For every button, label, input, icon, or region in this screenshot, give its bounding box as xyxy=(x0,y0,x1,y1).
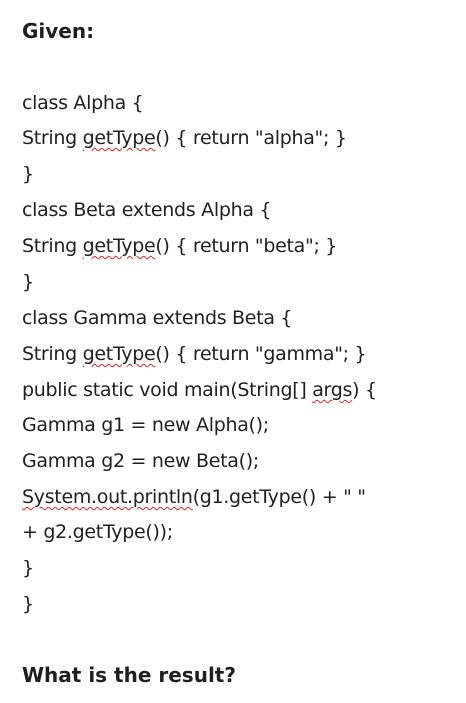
code-text: Gamma g1 = new Alpha(); xyxy=(22,414,269,436)
code-text: } xyxy=(22,593,34,615)
code-line-12: System.out.println(g1.getType() + " " xyxy=(22,484,366,510)
spellcheck-underlined-word[interactable]: System.out.println xyxy=(22,486,193,508)
code-line-5: String getType() { return "beta"; } xyxy=(22,233,337,259)
code-text: String xyxy=(22,127,83,149)
code-line-2: String getType() { return "alpha"; } xyxy=(22,125,347,151)
code-text: String xyxy=(22,343,83,365)
code-line-1: class Alpha { xyxy=(22,90,144,116)
spellcheck-underlined-word[interactable]: args xyxy=(312,379,352,401)
code-text: + g2.getType()); xyxy=(22,521,173,543)
code-line-13: + g2.getType()); xyxy=(22,519,173,545)
code-line-3: } xyxy=(22,161,34,187)
question-text: What is the result? xyxy=(22,663,236,687)
code-line-10: Gamma g1 = new Alpha(); xyxy=(22,412,269,438)
code-text: } xyxy=(22,163,34,185)
code-text: () { return "gamma"; } xyxy=(155,343,367,365)
code-text: public static void main(String[] xyxy=(22,379,313,401)
code-text: ) { xyxy=(352,379,377,401)
code-text: (g1.getType() + " " xyxy=(192,486,366,508)
code-line-7: class Gamma extends Beta { xyxy=(22,305,293,331)
code-text: } xyxy=(22,557,34,579)
code-text: class Beta extends Alpha { xyxy=(22,199,272,221)
code-line-11: Gamma g2 = new Beta(); xyxy=(22,448,259,474)
code-text: () { return "beta"; } xyxy=(155,235,338,257)
code-text: class Alpha { xyxy=(22,92,144,114)
code-line-9: public static void main(String[] args) { xyxy=(22,377,377,403)
code-text: String xyxy=(22,235,83,257)
code-line-4: class Beta extends Alpha { xyxy=(22,197,272,223)
code-line-15: } xyxy=(22,591,34,617)
given-heading: Given: xyxy=(22,19,95,43)
code-line-14: } xyxy=(22,555,34,581)
code-text: () { return "alpha"; } xyxy=(155,127,347,149)
code-line-6: } xyxy=(22,269,34,295)
code-line-8: String getType() { return "gamma"; } xyxy=(22,341,367,367)
spellcheck-underlined-word[interactable]: getType xyxy=(83,127,156,149)
code-text: class Gamma extends Beta { xyxy=(22,307,293,329)
spellcheck-underlined-word[interactable]: getType xyxy=(83,235,156,257)
code-text: Gamma g2 = new Beta(); xyxy=(22,450,259,472)
spellcheck-underlined-word[interactable]: getType xyxy=(83,343,156,365)
code-text: } xyxy=(22,271,34,293)
